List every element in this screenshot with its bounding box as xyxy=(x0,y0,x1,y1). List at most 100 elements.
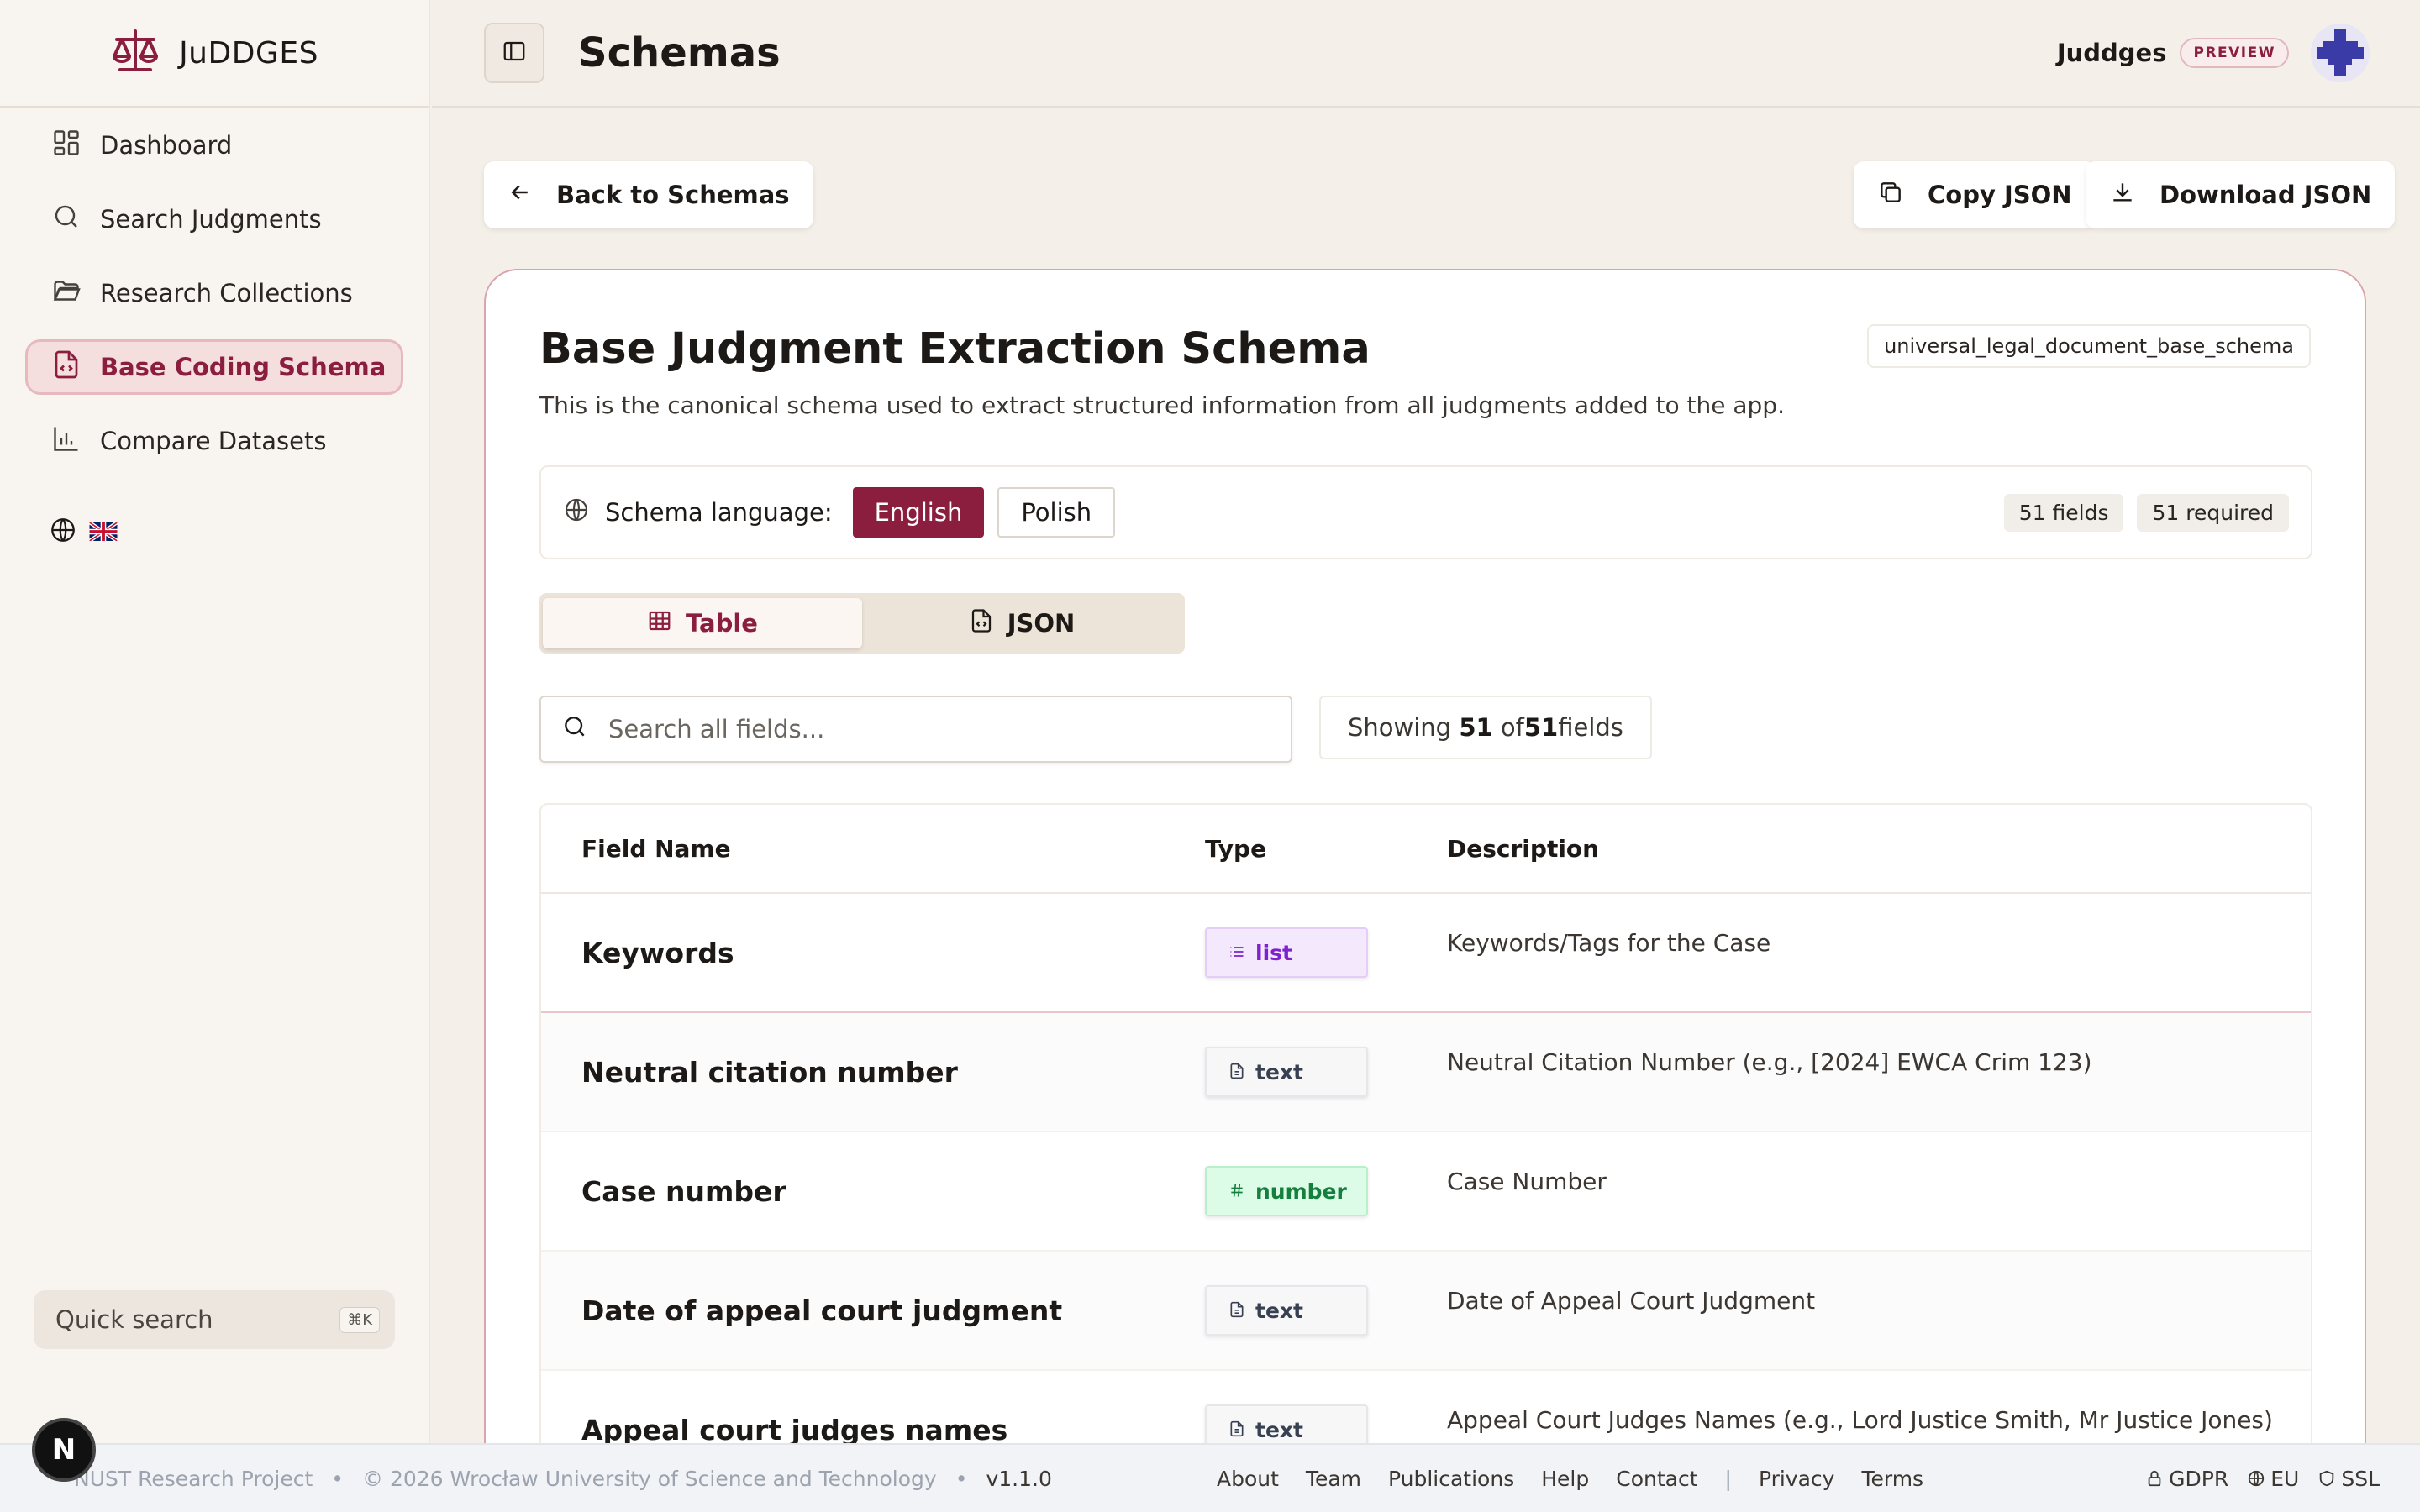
search-icon xyxy=(51,202,82,238)
eu-label: EU xyxy=(2270,1466,2300,1491)
uk-flag-icon xyxy=(89,522,118,541)
globe-icon xyxy=(2249,1470,2265,1487)
field-name: Neutral citation number xyxy=(581,1055,958,1089)
type-badge: number xyxy=(1205,1166,1368,1216)
page-title: Schemas xyxy=(578,29,781,76)
footer: NUST Research Project • © 2026 Wrocław U… xyxy=(0,1443,2420,1512)
showing-count: Showing 51 of 51 fields xyxy=(1319,696,1652,759)
copy-icon xyxy=(1877,179,1904,212)
table-row[interactable]: Neutral citation number text Neutral Cit… xyxy=(541,1013,2311,1132)
language-switcher[interactable] xyxy=(0,497,429,548)
sidebar-nav: Dashboard Search Judgments Research Coll… xyxy=(0,108,429,497)
field-description: Case Number xyxy=(1447,1168,1607,1195)
schema-title: Base Judgment Extraction Schema xyxy=(539,324,1370,374)
footer-link-privacy[interactable]: Privacy xyxy=(1759,1467,1835,1491)
footer-link-contact[interactable]: Contact xyxy=(1616,1467,1697,1491)
language-polish-button[interactable]: Polish xyxy=(997,487,1116,538)
table-row[interactable]: Case number number Case Number xyxy=(541,1132,2311,1252)
schema-language-bar: Schema language: English Polish 51 field… xyxy=(539,465,2312,559)
field-description: Appeal Court Judges Names (e.g., Lord Ju… xyxy=(1447,1406,2273,1434)
file-code-icon xyxy=(51,349,82,386)
sidebar-item-compare-datasets[interactable]: Compare Datasets xyxy=(25,413,403,469)
header-description[interactable]: Description xyxy=(1447,835,2311,863)
schema-language-label: Schema language: xyxy=(605,498,833,527)
back-to-schemas-button[interactable]: Back to Schemas xyxy=(484,161,813,228)
view-toggle: Table JSON xyxy=(539,593,1185,654)
brand[interactable]: JuDDGES xyxy=(0,0,429,108)
footer-divider: | xyxy=(1724,1466,1732,1491)
gdpr-badge: GDPR xyxy=(2145,1467,2228,1491)
tab-json[interactable]: JSON xyxy=(862,598,1181,648)
header-right: Juddges PREVIEW xyxy=(2057,24,2370,82)
tab-table[interactable]: Table xyxy=(543,598,862,648)
hash-icon xyxy=(1228,1179,1245,1204)
field-name: Case number xyxy=(581,1174,786,1208)
download-icon xyxy=(2109,179,2136,212)
showing-suffix: fields xyxy=(1558,713,1623,742)
required-count-badge: 51 required xyxy=(2137,493,2289,532)
field-description: Keywords/Tags for the Case xyxy=(1447,929,1771,957)
field-name: Keywords xyxy=(581,936,734,969)
sidebar-item-search-judgments[interactable]: Search Judgments xyxy=(25,192,403,247)
avatar[interactable] xyxy=(2311,24,2370,82)
table-row[interactable]: Date of appeal court judgment text Date … xyxy=(541,1252,2311,1371)
table-header: Field Name Type Description xyxy=(541,805,2311,894)
file-text-icon xyxy=(1228,1060,1245,1084)
type-label: text xyxy=(1255,1059,1303,1084)
language-english-button[interactable]: English xyxy=(852,487,985,538)
eu-badge: EU xyxy=(2247,1467,2299,1491)
shield-icon xyxy=(2320,1470,2334,1487)
field-stats: 51 fields 51 required xyxy=(2003,493,2289,532)
type-cell: text xyxy=(1205,1285,1447,1336)
footer-link-team[interactable]: Team xyxy=(1306,1467,1361,1491)
tab-json-label: JSON xyxy=(1007,609,1076,638)
header-field-name[interactable]: Field Name xyxy=(541,835,1205,863)
footer-link-help[interactable]: Help xyxy=(1541,1467,1589,1491)
sidebar-item-label: Compare Datasets xyxy=(100,427,327,455)
app-name: Juddges xyxy=(2056,39,2167,67)
footer-links: About Team Publications Help Contact | P… xyxy=(1217,1467,1923,1491)
copy-json-button[interactable]: Copy JSON xyxy=(1854,161,2096,228)
file-code-icon xyxy=(969,608,994,639)
footer-link-publications[interactable]: Publications xyxy=(1388,1467,1514,1491)
sidebar-item-research-collections[interactable]: Research Collections xyxy=(25,265,403,321)
download-json-button[interactable]: Download JSON xyxy=(2086,161,2396,228)
brand-name: JuDDGES xyxy=(179,35,318,71)
sidebar-item-base-coding-schema[interactable]: Base Coding Schema xyxy=(25,339,403,395)
field-description: Neutral Citation Number (e.g., [2024] EW… xyxy=(1447,1048,2092,1076)
panel-left-icon xyxy=(502,39,527,67)
sidebar-item-label: Research Collections xyxy=(100,279,353,307)
copy-label: Copy JSON xyxy=(1928,181,2072,209)
tab-table-label: Table xyxy=(686,609,758,638)
header-type[interactable]: Type xyxy=(1205,835,1447,863)
lock-icon xyxy=(2148,1470,2161,1487)
globe-icon xyxy=(49,516,77,548)
type-cell: number xyxy=(1205,1166,1447,1216)
type-label: text xyxy=(1255,1417,1303,1442)
sidebar-toggle-button[interactable] xyxy=(484,23,544,83)
footer-link-about[interactable]: About xyxy=(1217,1467,1279,1491)
ssl-badge: SSL xyxy=(2317,1467,2380,1491)
field-search-input[interactable]: Search all fields... xyxy=(539,696,1292,763)
sidebar-item-dashboard[interactable]: Dashboard xyxy=(25,118,403,173)
search-placeholder: Search all fields... xyxy=(608,715,825,743)
fields-table: Field Name Type Description Keywords lis… xyxy=(539,803,2312,1492)
search-icon xyxy=(561,713,588,746)
globe-icon xyxy=(563,496,590,529)
type-cell: list xyxy=(1205,927,1447,978)
list-icon xyxy=(1228,941,1245,965)
field-name: Date of appeal court judgment xyxy=(581,1294,1063,1327)
dev-tools-badge[interactable]: N xyxy=(32,1418,96,1482)
footer-link-terms[interactable]: Terms xyxy=(1861,1467,1923,1491)
field-description: Date of Appeal Court Judgment xyxy=(1447,1287,1816,1315)
table-row[interactable]: Keywords list Keywords/Tags for the Case xyxy=(541,894,2311,1013)
showing-current: 51 xyxy=(1459,713,1493,742)
type-label: list xyxy=(1255,940,1292,965)
schema-card: Base Judgment Extraction Schema This is … xyxy=(484,269,2366,1512)
schema-description: This is the canonical schema used to ext… xyxy=(539,391,1785,419)
preview-badge: PREVIEW xyxy=(2180,38,2289,68)
footer-project: NUST Research Project xyxy=(74,1466,313,1491)
shortcut-badge: ⌘K xyxy=(339,1306,380,1333)
quick-search-button[interactable]: Quick search ⌘K xyxy=(34,1290,395,1349)
back-label: Back to Schemas xyxy=(556,181,790,209)
